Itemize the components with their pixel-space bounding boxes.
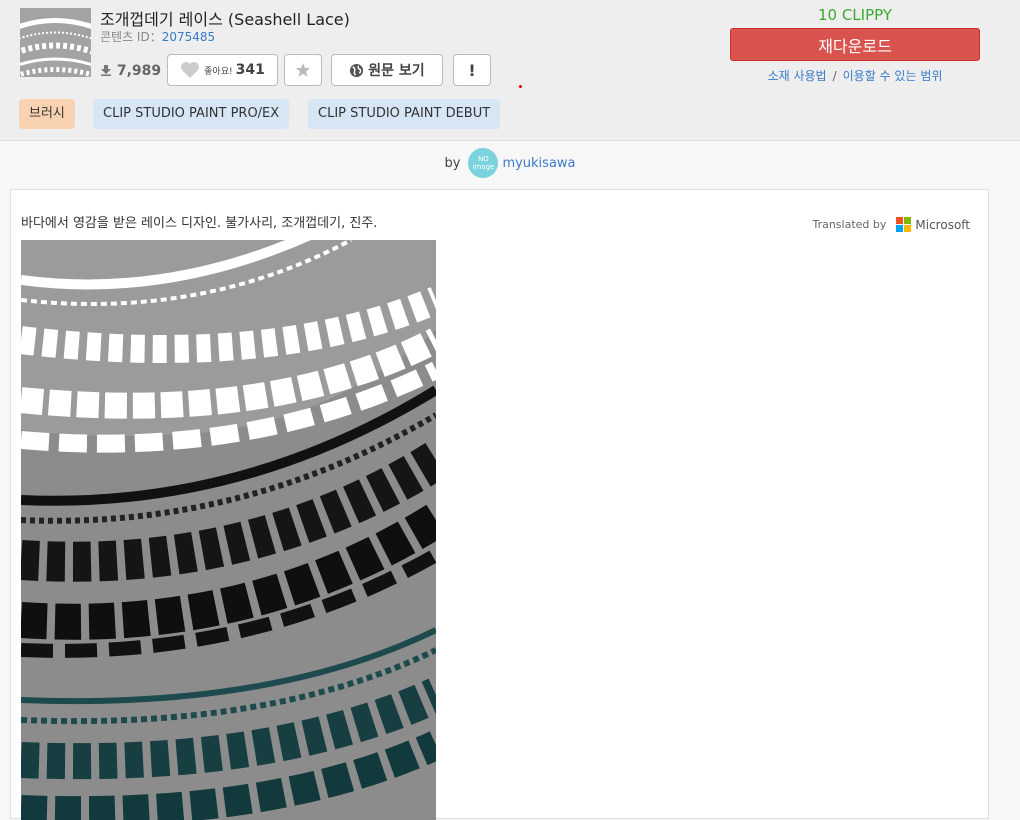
link-separator: / <box>832 69 837 83</box>
view-original-button[interactable]: 원문 보기 <box>331 54 443 86</box>
download-count-value: 7,989 <box>116 63 162 79</box>
preview-image <box>21 240 436 820</box>
tag-clip-studio-debut[interactable]: CLIP STUDIO PAINT DEBUT <box>308 99 501 129</box>
translated-by-label: Translated by <box>812 218 887 231</box>
usage-links: 소재 사용법 / 이용할 수 있는 범위 <box>730 67 980 84</box>
description-panel: 바다에서 영감을 받은 레이스 디자인. 불가사리, 조개껍데기, 진주. Tr… <box>10 189 989 820</box>
microsoft-logo <box>896 217 912 232</box>
view-original-label: 원문 보기 <box>368 63 425 79</box>
content-id: 콘텐츠 ID：2075485 <box>100 28 215 45</box>
content-id-label: 콘텐츠 ID： <box>100 30 162 44</box>
favorite-button[interactable] <box>284 54 322 86</box>
description-text: 바다에서 영감을 받은 레이스 디자인. 불가사리, 조개껍데기, 진주. <box>21 216 378 231</box>
tag-brush[interactable]: 브러시 <box>19 99 75 129</box>
like-count: 341 <box>235 62 265 78</box>
download-count: 7,989 <box>100 63 161 79</box>
tag-clip-studio-pro-ex[interactable]: CLIP STUDIO PAINT PRO/EX <box>93 99 290 129</box>
content-thumbnail[interactable] <box>20 8 91 77</box>
content-header: 조개껍데기 레이스 (Seashell Lace) 콘텐츠 ID：2075485… <box>0 0 1020 141</box>
like-button[interactable]: 좋아요! 341 <box>167 54 278 86</box>
star-icon <box>296 63 310 77</box>
content-title: 조개껍데기 레이스 (Seashell Lace) <box>100 10 350 29</box>
usage-scope-link[interactable]: 이용할 수 있는 범위 <box>843 69 943 83</box>
redownload-button[interactable]: 재다운로드 <box>730 28 980 61</box>
like-label: 좋아요! <box>204 66 233 77</box>
translation-credit: Translated by Microsoft <box>812 217 970 232</box>
status-dot <box>519 85 522 88</box>
by-label: by <box>444 155 461 171</box>
price-label: 10 CLIPPY <box>817 6 893 24</box>
download-icon <box>101 65 111 76</box>
avatar[interactable]: NO image <box>468 148 499 178</box>
author-line: by NO image myukisawa <box>0 148 1020 178</box>
heart-icon <box>181 62 200 78</box>
usage-guide-link[interactable]: 소재 사용법 <box>768 69 827 83</box>
translator-name: Microsoft <box>915 217 970 232</box>
report-button[interactable]: ! <box>453 54 491 86</box>
author-name[interactable]: myukisawa <box>502 156 575 171</box>
content-id-link[interactable]: 2075485 <box>162 30 215 44</box>
globe-icon <box>350 63 364 77</box>
